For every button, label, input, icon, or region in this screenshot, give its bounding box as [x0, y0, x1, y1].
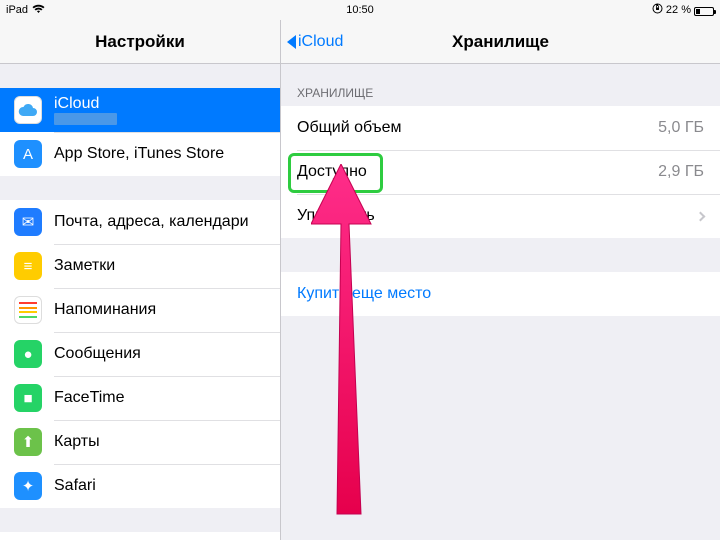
sidebar-item-subtext	[54, 113, 117, 125]
sidebar: Настройки iCloud A App Store, iTunes Stor…	[0, 20, 281, 540]
sidebar-item-notes[interactable]: ≡ Заметки	[0, 244, 280, 288]
buy-more-storage-button[interactable]: Купить еще место	[281, 272, 720, 316]
battery-percent: 22 %	[666, 4, 691, 16]
wifi-icon	[32, 4, 45, 17]
sidebar-item-maps[interactable]: ⬆ Карты	[0, 420, 280, 464]
row-label: Доступно	[297, 163, 367, 181]
detail-pane: iCloud Хранилище ХРАНИЛИЩЕ Общий объем 5,…	[281, 20, 720, 540]
row-value: 5,0 ГБ	[658, 119, 704, 137]
sidebar-item-label: FaceTime	[54, 389, 125, 407]
sidebar-item-icloud[interactable]: iCloud	[0, 88, 280, 132]
chevron-right-icon	[696, 211, 706, 221]
row-value: 2,9 ГБ	[658, 163, 704, 181]
reminders-icon	[14, 296, 42, 324]
row-label: Общий объем	[297, 119, 402, 137]
notes-icon: ≡	[14, 252, 42, 280]
battery-icon	[694, 7, 714, 16]
device-label: iPad	[6, 4, 28, 16]
storage-row-manage[interactable]: Управлять	[281, 194, 720, 238]
storage-row-available: Доступно 2,9 ГБ	[281, 150, 720, 194]
right-nav-title: Хранилище	[452, 32, 549, 52]
status-bar: iPad 10:50 22 %	[0, 0, 720, 20]
left-nav-title: Настройки	[95, 32, 185, 52]
sidebar-item-label: Safari	[54, 477, 96, 495]
mail-icon: ✉	[14, 208, 42, 236]
sidebar-item-label: iCloud	[54, 95, 117, 113]
facetime-icon: ■	[14, 384, 42, 412]
icloud-icon	[14, 96, 42, 124]
safari-icon: ✦	[14, 472, 42, 500]
sidebar-item-mail[interactable]: ✉ Почта, адреса, календари	[0, 200, 280, 244]
sidebar-item-reminders[interactable]: Напоминания	[0, 288, 280, 332]
status-bar-right: 22 %	[652, 3, 714, 17]
orientation-lock-icon	[652, 3, 663, 17]
right-navbar: iCloud Хранилище	[281, 20, 720, 64]
row-label: Управлять	[297, 207, 375, 225]
sidebar-item-label: Карты	[54, 433, 100, 451]
left-navbar: Настройки	[0, 20, 280, 64]
sidebar-item-label: Напоминания	[54, 301, 156, 319]
back-label: iCloud	[298, 33, 343, 51]
status-bar-time: 10:50	[0, 4, 720, 16]
messages-icon: ●	[14, 340, 42, 368]
status-bar-left: iPad	[6, 4, 45, 17]
sidebar-item-safari[interactable]: ✦ Safari	[0, 464, 280, 508]
buy-more-label: Купить еще место	[297, 285, 431, 303]
sidebar-item-label: Заметки	[54, 257, 115, 275]
maps-icon: ⬆	[14, 428, 42, 456]
sidebar-item-messages[interactable]: ● Сообщения	[0, 332, 280, 376]
sidebar-item-label: Почта, адреса, календари	[54, 213, 249, 231]
sidebar-item-label: Сообщения	[54, 345, 141, 363]
appstore-icon: A	[14, 140, 42, 168]
storage-row-total: Общий объем 5,0 ГБ	[281, 106, 720, 150]
back-button[interactable]: iCloud	[287, 33, 343, 51]
section-header-storage: ХРАНИЛИЩЕ	[281, 64, 720, 106]
sidebar-item-label: App Store, iTunes Store	[54, 145, 224, 163]
sidebar-item-appstore[interactable]: A App Store, iTunes Store	[0, 132, 280, 176]
chevron-left-icon	[287, 35, 296, 49]
sidebar-item-facetime[interactable]: ■ FaceTime	[0, 376, 280, 420]
sidebar-item-music[interactable]: ♪Музыка	[0, 532, 280, 540]
